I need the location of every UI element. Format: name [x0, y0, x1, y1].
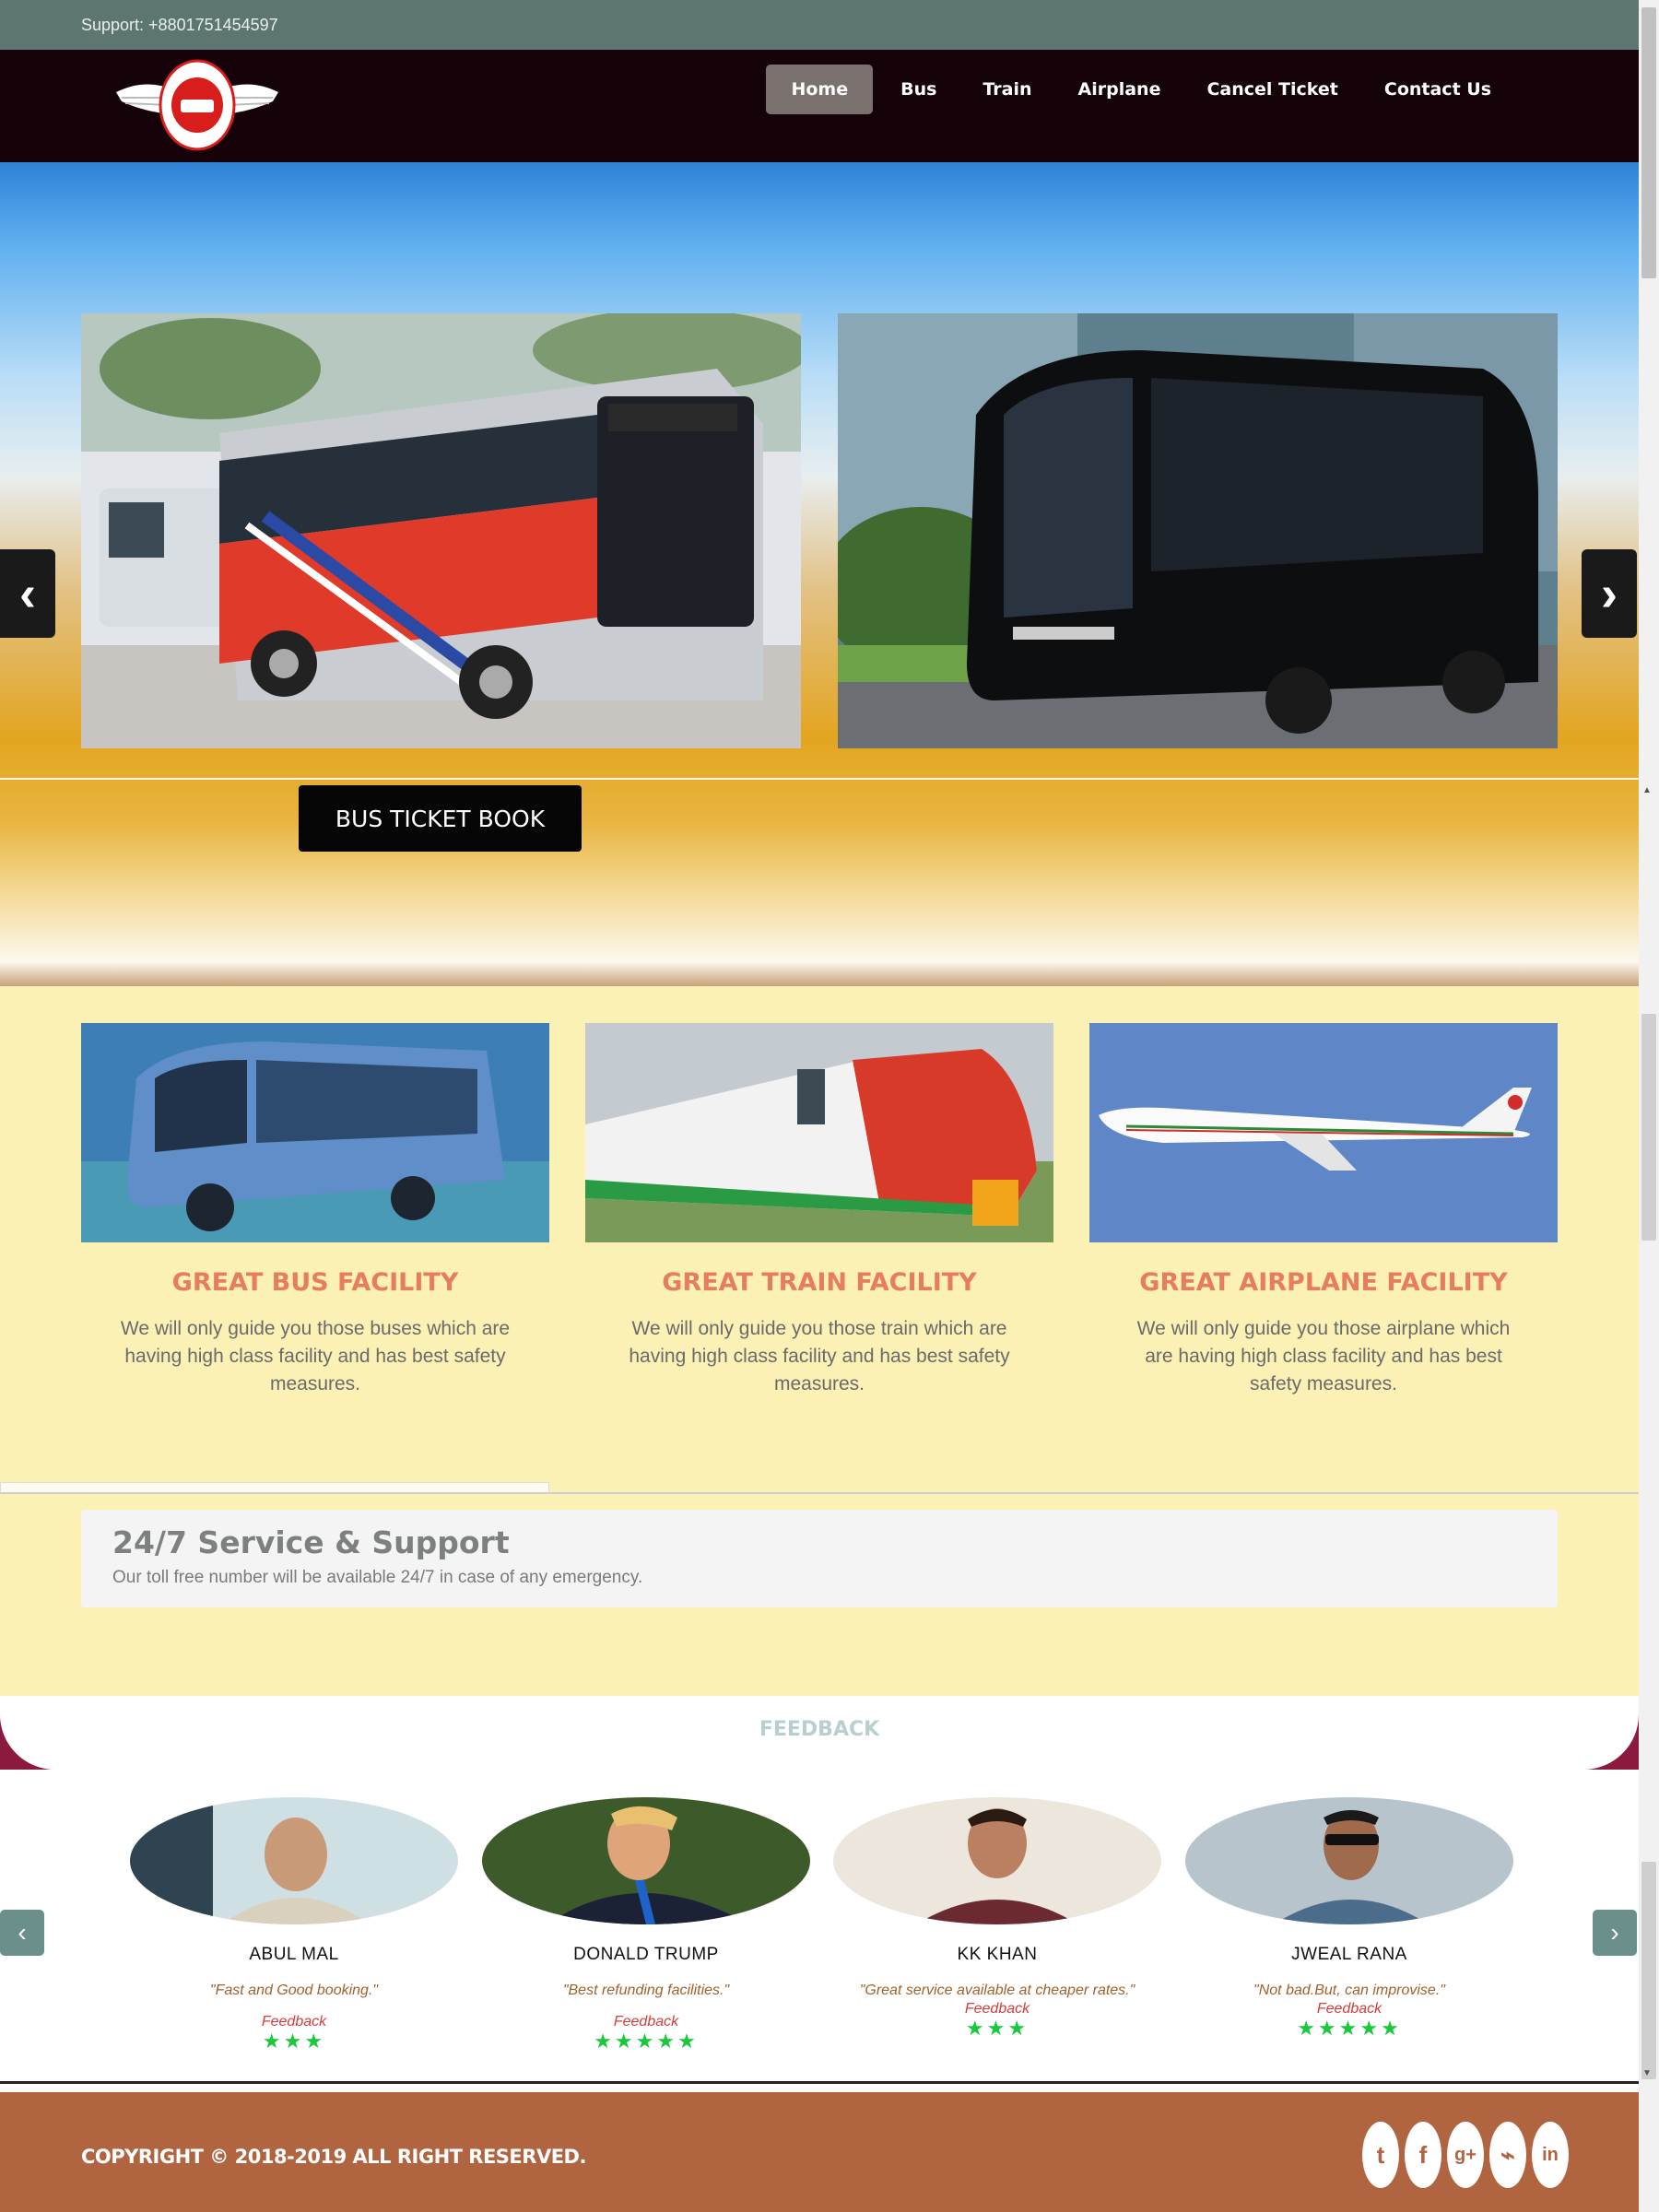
feedback-section: FEEDBACK ABUL MAL "Fast and Good booking… [0, 1696, 1639, 2085]
feedback-next-button[interactable]: › [1593, 1910, 1637, 1956]
airplane-facility-image [1089, 1023, 1558, 1242]
review-quote: "Great service available at cheaper rate… [859, 1983, 1135, 1998]
review-quote: "Not bad.But, can improvise." [1253, 1983, 1445, 1998]
inner-scrollbar-thumb[interactable] [1641, 1014, 1656, 1241]
slide-city-bus-image [81, 313, 801, 748]
feedback-label: Feedback [613, 2014, 679, 2030]
chevron-left-icon: ‹ [18, 1918, 27, 1947]
facility-text: We will only guide you those airplane wh… [1136, 1318, 1511, 1394]
facility-bus: GREAT BUS FACILITY We will only guide yo… [81, 1023, 549, 1398]
facility-title: GREAT BUS FACILITY [171, 1268, 459, 1297]
hero-slider: ‹ › BUS TICKET BOOK [0, 162, 1639, 986]
slider-next-button[interactable]: › [1582, 549, 1637, 638]
support-text: Our toll free number will be available 2… [112, 1568, 643, 1587]
facebook-icon[interactable]: f [1405, 2122, 1441, 2188]
nav-train[interactable]: Train [964, 65, 1050, 114]
copyright-text: COPYRIGHT © 2018-2019 ALL RIGHT RESERVED… [81, 2146, 586, 2168]
support-phone: Support: +8801751454597 [81, 16, 278, 34]
review-quote: "Best refunding facilities." [562, 1983, 730, 1998]
facility-title: GREAT AIRPLANE FACILITY [1139, 1268, 1508, 1297]
site-logo[interactable] [109, 57, 286, 153]
star-rating: ★★★★★ [1297, 2017, 1402, 2040]
linkedin-icon[interactable]: in [1532, 2122, 1569, 2188]
twitter-icon[interactable]: t [1362, 2122, 1399, 2188]
train-facility-image [585, 1023, 1053, 1242]
support-panel: 24/7 Service & Support Our toll free num… [81, 1510, 1558, 1607]
navbar: Home Bus Train Airplane Cancel Ticket Co… [0, 50, 1639, 162]
feedback-card: DONALD TRUMP "Best refunding facilities.… [480, 1797, 812, 2053]
facility-train: GREAT TRAIN FACILITY We will only guide … [585, 1023, 1053, 1398]
social-links: t f g+ ⌁ in [1362, 2122, 1569, 2188]
scroll-down-icon[interactable]: ▼ [1642, 2068, 1652, 2078]
reviewer-name: JWEAL RANA [1291, 1945, 1407, 1964]
bus-ticket-book-button[interactable]: BUS TICKET BOOK [299, 785, 582, 852]
star-rating: ★★★ [965, 2017, 1030, 2040]
footer: COPYRIGHT © 2018-2019 ALL RIGHT RESERVED… [0, 2092, 1639, 2212]
avatar [130, 1797, 458, 1924]
nav-airplane[interactable]: Airplane [1060, 65, 1180, 114]
page-scrollbar[interactable]: ▲ ▼ [1639, 0, 1659, 2212]
reviewer-name: KK KHAN [957, 1945, 1038, 1964]
chevron-right-icon: › [1610, 1918, 1619, 1947]
feedback-label: Feedback [964, 2001, 1030, 2017]
slider-prev-button[interactable]: ‹ [0, 549, 55, 638]
feedback-card: JWEAL RANA "Not bad.But, can improvise."… [1183, 1797, 1515, 2040]
facility-title: GREAT TRAIN FACILITY [662, 1268, 977, 1297]
chevron-right-icon: › [1601, 566, 1618, 621]
facility-airplane: GREAT AIRPLANE FACILITY We will only gui… [1089, 1023, 1558, 1398]
google-plus-icon[interactable]: g+ [1447, 2122, 1484, 2188]
chevron-left-icon: ‹ [19, 566, 36, 621]
avatar [833, 1797, 1161, 1924]
feedback-scrollbar-thumb[interactable] [1641, 1862, 1656, 2079]
star-rating: ★★★★★ [594, 2030, 699, 2053]
avatar [482, 1797, 810, 1924]
support-bar: Support: +8801751454597 [0, 0, 1639, 50]
rss-icon[interactable]: ⌁ [1489, 2122, 1526, 2188]
nav-bus[interactable]: Bus [882, 65, 955, 114]
feedback-label: Feedback [261, 2014, 327, 2030]
slide-coach-bus-image [838, 313, 1558, 748]
nav-cancel-ticket[interactable]: Cancel Ticket [1188, 65, 1356, 114]
support-title: 24/7 Service & Support [112, 1524, 510, 1560]
facility-text: We will only guide you those buses which… [120, 1318, 511, 1394]
feedback-label: Feedback [1316, 2001, 1382, 2017]
review-quote: "Fast and Good booking." [209, 1983, 379, 1998]
reviewer-name: DONALD TRUMP [573, 1945, 719, 1964]
nav-contact-us[interactable]: Contact Us [1366, 65, 1510, 114]
avatar [1185, 1797, 1513, 1924]
star-rating: ★★★ [262, 2030, 326, 2053]
feedback-prev-button[interactable]: ‹ [0, 1910, 44, 1956]
feedback-title: FEEDBACK [759, 1718, 880, 1741]
scroll-up-icon[interactable]: ▲ [1642, 785, 1652, 795]
facility-text: We will only guide you those train which… [629, 1318, 1010, 1394]
bus-facility-image [81, 1023, 549, 1242]
page-scrollbar-thumb[interactable] [1641, 7, 1656, 278]
feedback-bottom-border [0, 2081, 1639, 2084]
hero-divider [0, 778, 1639, 780]
section-divider [0, 1492, 1639, 1494]
facilities-section: GREAT BUS FACILITY We will only guide yo… [0, 986, 1639, 1696]
nav-home[interactable]: Home [766, 65, 874, 114]
feedback-card: ABUL MAL "Fast and Good booking." Feedba… [128, 1797, 460, 2053]
main-nav: Home Bus Train Airplane Cancel Ticket Co… [766, 65, 1510, 114]
feedback-card: KK KHAN "Great service available at chea… [831, 1797, 1163, 2040]
reviewer-name: ABUL MAL [249, 1945, 339, 1964]
